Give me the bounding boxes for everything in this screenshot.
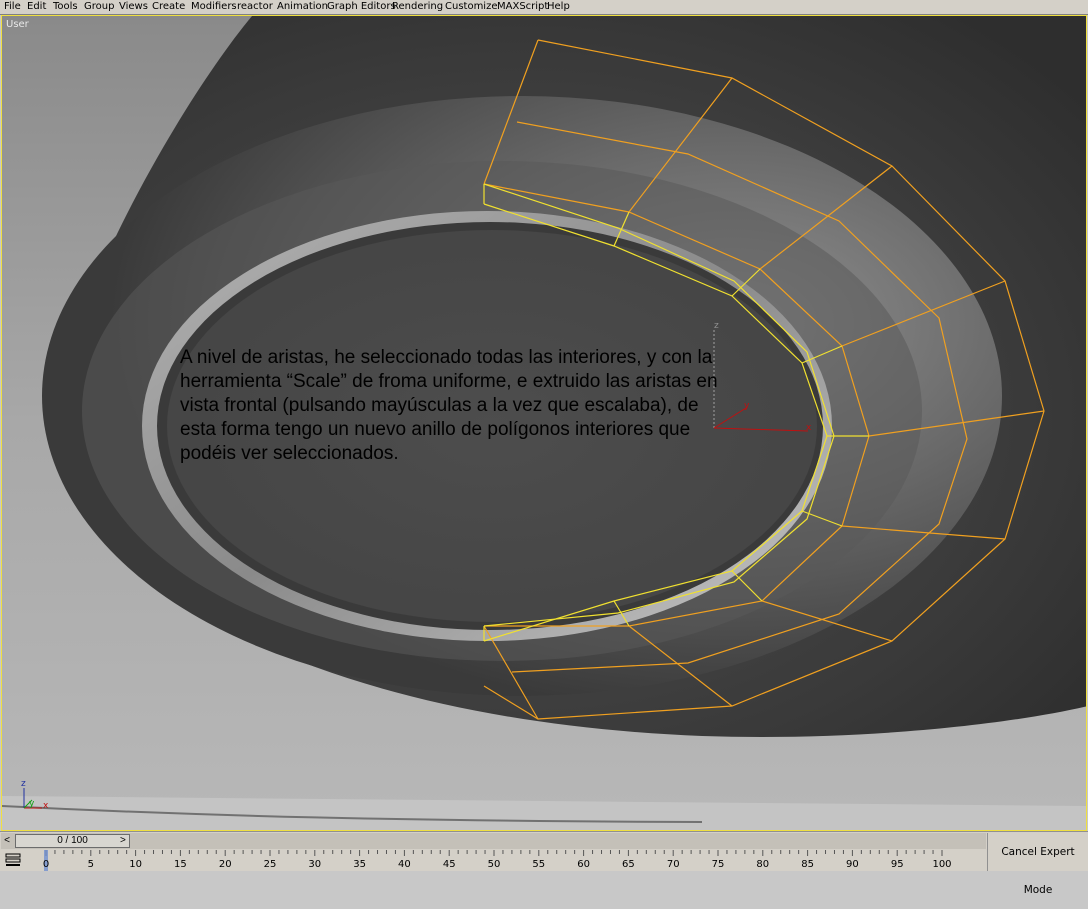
gizmo-y-label: y <box>744 401 750 411</box>
menu-graph-editors[interactable]: Graph Editors <box>327 0 396 14</box>
menu-views[interactable]: Views <box>119 0 148 14</box>
trackbar-ticks: 0 5 10 15 20 25 30 35 40 45 50 55 60 65 70 75 80 85 90 95 10… <box>43 850 952 871</box>
trackbar-tick-label: 50 <box>488 859 501 870</box>
cancel-expert-mode-button[interactable]: Cancel Expert Mode <box>987 833 1088 896</box>
trackbar-tick-label: 10 <box>129 859 142 870</box>
tripod-x-label: x <box>43 801 49 811</box>
menu-reactor[interactable]: reactor <box>237 0 273 14</box>
menu-modifiers[interactable]: Modifiers <box>191 0 237 14</box>
menu-create[interactable]: Create <box>152 0 185 14</box>
trackbar-tick-label: 95 <box>891 859 904 870</box>
trackbar-tick-label: 25 <box>264 859 277 870</box>
time-slider-next-button[interactable]: > <box>120 835 130 847</box>
trackbar-tick-label: 0 <box>43 859 49 870</box>
trackbar-tick-label: 30 <box>308 859 321 870</box>
trackbar-tick-label: 35 <box>353 859 366 870</box>
perspective-viewport[interactable]: z x y z x y User A nivel de aristas, he … <box>1 15 1087 831</box>
menu-maxscript[interactable]: MAXScript <box>497 0 548 14</box>
menu-edit[interactable]: Edit <box>27 0 46 14</box>
menu-tools[interactable]: Tools <box>53 0 78 14</box>
menu-rendering[interactable]: Rendering <box>392 0 443 14</box>
trackbar-tick-label: 15 <box>174 859 187 870</box>
trackbar-tick-label: 85 <box>801 859 814 870</box>
trackbar-tick-label: 55 <box>532 859 545 870</box>
bottom-panel: < 0 / 100 > 0 5 10 15 20 25 30 35 40 45 50 55 60 65 70… <box>0 831 1088 896</box>
time-slider[interactable]: < 0 / 100 > <box>1 833 986 849</box>
menu-file[interactable]: File <box>4 0 21 14</box>
trackbar-tick-label: 80 <box>756 859 769 870</box>
viewport-label[interactable]: User <box>6 19 29 30</box>
tripod-y-label: y <box>29 799 35 809</box>
menu-bar: File Edit Tools Group Views Create Modif… <box>0 0 1088 15</box>
gizmo-z-label: z <box>714 321 719 331</box>
trackbar-tick-label: 75 <box>712 859 725 870</box>
menu-customize[interactable]: Customize <box>445 0 498 14</box>
trackbar-tick-label: 20 <box>219 859 232 870</box>
trackbar-tick-label: 90 <box>846 859 859 870</box>
menu-group[interactable]: Group <box>84 0 114 14</box>
time-slider-prev-button[interactable]: < <box>2 835 12 847</box>
annotation-text: A nivel de aristas, he seleccionado toda… <box>180 347 718 464</box>
time-slider-thumb[interactable]: 0 / 100 <box>15 834 130 848</box>
trackbar-tick-label: 60 <box>577 859 590 870</box>
gizmo-x-label: x <box>806 423 812 433</box>
tripod-z-label: z <box>21 779 26 789</box>
menu-animation[interactable]: Animation <box>277 0 328 14</box>
trackbar[interactable]: 0 5 10 15 20 25 30 35 40 45 50 55 60 65 70 75 80 85 90 95 10… <box>0 850 985 871</box>
trackbar-tick-label: 40 <box>398 859 411 870</box>
trackbar-tick-label: 45 <box>443 859 456 870</box>
trackbar-tick-label: 5 <box>88 859 94 870</box>
menu-help[interactable]: Help <box>547 0 570 14</box>
trackbar-tick-label: 100 <box>932 859 951 870</box>
trackbar-tick-label: 70 <box>667 859 680 870</box>
trackbar-tick-label: 65 <box>622 859 635 870</box>
